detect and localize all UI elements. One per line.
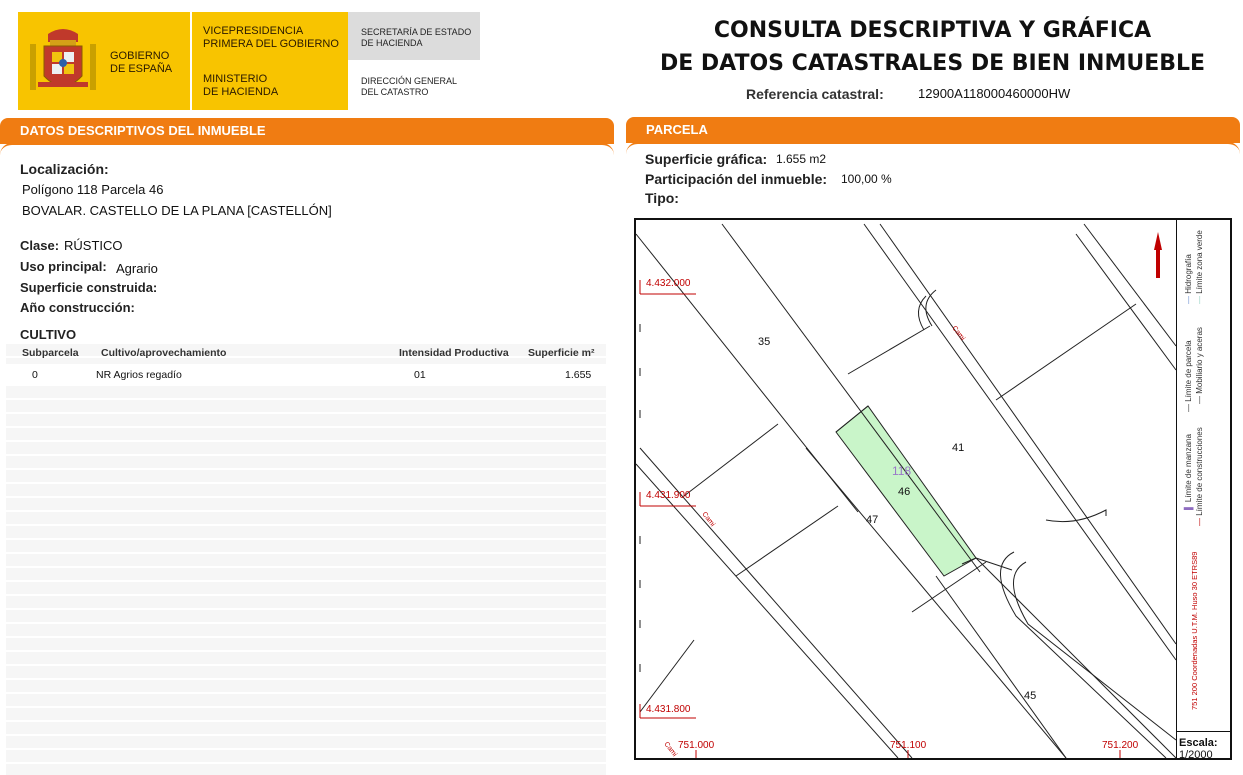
parcel-number-35: 35 <box>758 336 771 348</box>
legend-limite-parcela: — Límite de parcela <box>1184 340 1193 412</box>
coat-of-arms-icon <box>30 29 96 90</box>
column-header-subparcela: Subparcela <box>22 347 79 359</box>
polygon-number: 118 <box>892 464 912 478</box>
secretaria-label: SECRETARÍA DE ESTADO DE HACIENDA <box>361 27 472 48</box>
legend-coordinates: 751 200 Coordenadas U.T.M. Huso 30 ETRS8… <box>1190 551 1199 710</box>
gobierno-espana-label: GOBIERNO DE ESPAÑA <box>110 50 173 75</box>
uso-principal-label: Uso principal: <box>20 259 107 274</box>
participacion-value: 100,00 % <box>841 172 892 186</box>
page-title: CONSULTA DESCRIPTIVA Y GRÁFICA DE DATOS … <box>659 18 1206 76</box>
map-x-tick: 751.100 <box>890 740 927 751</box>
ministerio-label: MINISTERIO DE HACIENDA <box>203 73 279 98</box>
panel-border-left <box>0 143 614 157</box>
column-header-superficie: Superficie m² <box>528 347 595 359</box>
cultivo-table <box>6 344 606 775</box>
localizacion-line1: Polígono 118 Parcela 46 <box>22 182 164 197</box>
table-cell-intensidad: 01 <box>414 369 426 381</box>
clase-label: Clase: <box>20 238 60 253</box>
superficie-construida-label: Superficie construida: <box>20 280 158 295</box>
column-header-cultivo: Cultivo/aprovechamiento <box>101 347 227 359</box>
parcel-number-45: 45 <box>1024 690 1037 702</box>
uso-principal-value: Agrario <box>116 261 158 276</box>
superficie-grafica-value: 1.655 m2 <box>776 152 827 166</box>
parcel-number-47: 47 <box>866 514 879 526</box>
cadastral-map[interactable]: 4.432.000 4.431.900 4.431.800 751.000 75… <box>634 218 1232 760</box>
scale-value: 1/2000 <box>1179 749 1213 761</box>
map-y-tick: 4.432.000 <box>646 278 691 289</box>
superficie-grafica-label: Superficie gráfica: <box>645 151 768 167</box>
vicepresidencia-label: VICEPRESIDENCIA PRIMERA DEL GOBIERNO <box>203 25 339 50</box>
clase-value: RÚSTICO <box>64 238 123 253</box>
table-cell-superficie: 1.655 <box>565 369 592 381</box>
legend-hidrografia: — Hidrografía <box>1184 254 1193 304</box>
map-x-tick: 751.200 <box>1102 740 1139 751</box>
legend-limite-manzana: ▌ Límite de manzana <box>1184 434 1193 510</box>
legend-zona-verde: — Límite zona verde <box>1195 230 1204 304</box>
section-header-datos: DATOS DESCRIPTIVOS DEL INMUEBLE <box>0 118 614 144</box>
map-y-tick: 4.431.900 <box>646 490 691 501</box>
legend-mobiliario: — Mobiliario y aceras <box>1195 327 1204 404</box>
parcel-number-41: 41 <box>952 442 965 454</box>
referencia-value: 12900A118000460000HW <box>918 86 1071 101</box>
table-cell-subparcela: 0 <box>32 369 38 381</box>
parcel-number-46: 46 <box>898 486 911 498</box>
section-header-parcela: PARCELA <box>626 117 1240 143</box>
north-arrow-icon <box>1154 232 1162 278</box>
legend-construcciones: — Límite de construcciones <box>1195 427 1204 526</box>
table-cell-cultivo: NR Agrios regadío <box>96 369 182 381</box>
participacion-label: Participación del inmueble: <box>645 171 828 187</box>
map-x-tick: 751.000 <box>678 740 715 751</box>
localizacion-line2: BOVALAR. CASTELLO DE LA PLANA [CASTELLÓN… <box>22 203 332 218</box>
referencia-label: Referencia catastral: <box>746 86 884 102</box>
map-y-tick: 4.431.800 <box>646 704 691 715</box>
logo-separator <box>190 12 192 110</box>
tipo-label: Tipo: <box>645 190 679 206</box>
localizacion-label: Localización: <box>20 161 109 177</box>
column-header-intensidad: Intensidad Productiva <box>399 347 509 359</box>
cultivo-title: CULTIVO <box>20 327 77 342</box>
scale-label: Escala: <box>1179 737 1218 749</box>
direccion-catastro-label: DIRECCIÓN GENERAL DEL CATASTRO <box>361 76 458 97</box>
anio-construccion-label: Año construcción: <box>20 300 135 315</box>
